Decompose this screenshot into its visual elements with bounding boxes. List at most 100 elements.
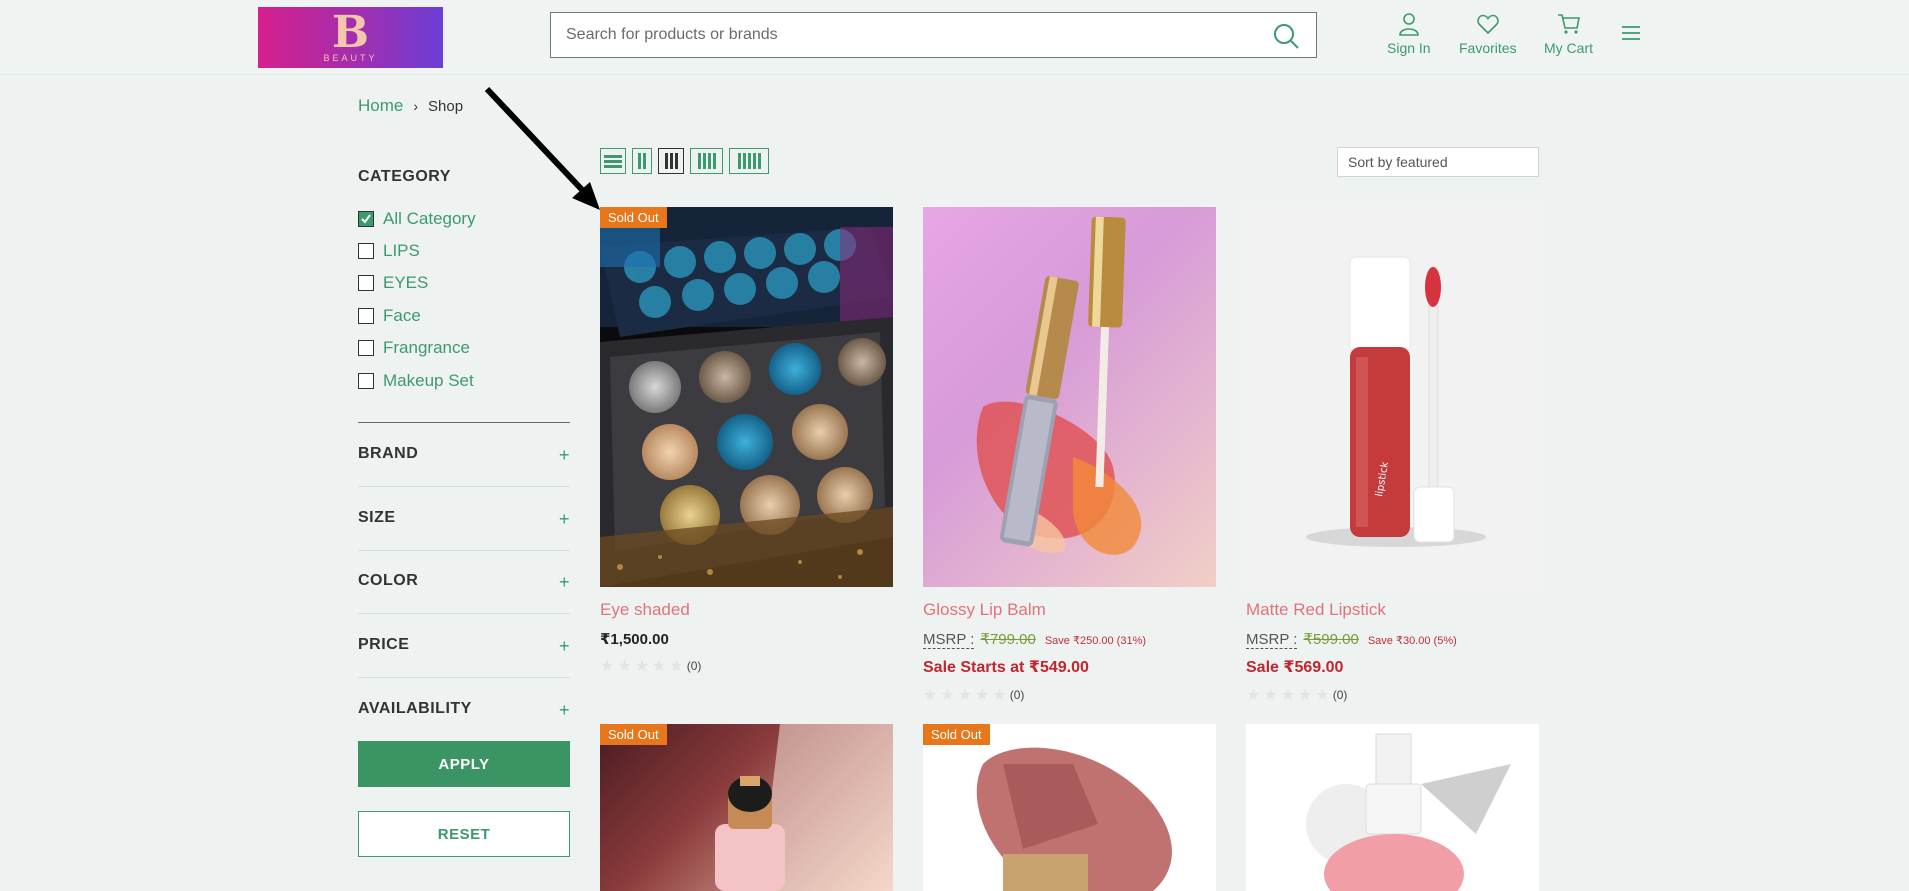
product-image[interactable] [923, 207, 1216, 587]
save-amount: Save ₹250.00 (31%) [1044, 635, 1147, 647]
divider [358, 550, 570, 551]
lipstick-swatch-image [976, 747, 1172, 891]
divider [358, 677, 570, 678]
search-icon[interactable] [1272, 22, 1300, 50]
sign-in-label: Sign In [1387, 40, 1431, 56]
plus-icon[interactable]: + [559, 445, 570, 466]
product-price: ₹1,500.00 [600, 631, 669, 648]
product-rating: ★ ★ ★ ★ ★ (0) [923, 685, 1216, 705]
star-icon: ★ [1315, 687, 1330, 704]
filter-size[interactable]: SIZE + [358, 509, 570, 530]
cart-label: My Cart [1544, 40, 1593, 56]
filter-title: COLOR [358, 572, 419, 589]
category-heading[interactable]: CATEGORY [358, 168, 451, 186]
breadcrumb-home[interactable]: Home [358, 96, 403, 116]
product-image[interactable]: lipstick [1246, 207, 1539, 587]
product-image[interactable]: Sold Out [600, 207, 893, 587]
star-icon: ★ [669, 658, 684, 675]
check-icon [361, 214, 371, 224]
star-icon: ★ [634, 658, 650, 675]
category-option[interactable]: LIPS [358, 241, 420, 261]
category-label[interactable]: EYES [383, 273, 428, 293]
breadcrumb: Home › Shop [358, 96, 463, 116]
chevron-right-icon: › [413, 98, 419, 114]
product-card[interactable]: Sold Out Eye shaded ₹1,500.00 ★ ★ ★ ★ ★ … [600, 207, 893, 676]
filter-title: PRICE [358, 636, 410, 653]
product-card[interactable]: Glossy Lip Balm MSRP : ₹799.00 Save ₹250… [923, 207, 1216, 705]
perfume-bow-image [1306, 733, 1511, 891]
category-option[interactable]: EYES [358, 273, 428, 293]
filter-title: AVAILABILITY [358, 700, 472, 717]
star-icon: ★ [975, 687, 990, 704]
star-icon: ★ [1263, 687, 1278, 704]
reset-button[interactable]: RESET [358, 811, 570, 857]
product-image[interactable]: Sold Out [600, 724, 893, 891]
filter-availability[interactable]: AVAILABILITY + [358, 700, 570, 721]
review-count: (0) [1332, 688, 1348, 702]
filter-title: BRAND [358, 445, 419, 462]
msrp-price: ₹799.00 [980, 631, 1036, 648]
cart-link[interactable]: My Cart [1544, 12, 1593, 60]
star-icon: ★ [652, 658, 667, 675]
grid-3-view-icon[interactable] [658, 148, 684, 174]
perfume-bottle-image [715, 724, 893, 891]
checkbox-checked[interactable] [358, 211, 374, 227]
product-name[interactable]: Eye shaded [600, 600, 893, 620]
product-image[interactable]: Sold Out [923, 724, 1216, 891]
product-rating: ★ ★ ★ ★ ★ (0) [600, 656, 893, 676]
plus-icon[interactable]: + [559, 509, 570, 530]
category-label[interactable]: LIPS [383, 241, 420, 261]
divider [358, 613, 570, 614]
sort-select[interactable]: Sort by featured [1337, 147, 1539, 177]
favorites-link[interactable]: Favorites [1459, 12, 1517, 60]
checkbox[interactable] [358, 243, 374, 259]
lip-gloss-image [976, 216, 1142, 555]
msrp-price: ₹599.00 [1303, 631, 1359, 648]
user-icon [1398, 13, 1419, 36]
grid-5-view-icon[interactable] [729, 148, 769, 174]
filter-brand[interactable]: BRAND + [358, 445, 570, 466]
filter-price[interactable]: PRICE + [358, 636, 570, 657]
view-toggles [600, 148, 769, 174]
list-view-icon[interactable] [600, 148, 626, 174]
plus-icon[interactable]: + [559, 572, 570, 593]
product-name[interactable]: Glossy Lip Balm [923, 600, 1216, 620]
checkbox[interactable] [358, 308, 374, 324]
brand-logo[interactable]: B BEAUTY [258, 7, 443, 68]
eyeshadow-palette-image [600, 207, 893, 587]
sale-price: Sale ₹569.00 [1246, 659, 1344, 676]
star-icon: ★ [957, 687, 973, 704]
grid-4-view-icon[interactable] [690, 148, 723, 174]
category-option[interactable]: Makeup Set [358, 371, 474, 391]
favorites-label: Favorites [1459, 40, 1517, 56]
category-option[interactable]: Face [358, 306, 421, 326]
checkbox[interactable] [358, 340, 374, 356]
apply-button[interactable]: APPLY [358, 741, 570, 787]
logo-letter: B [331, 6, 370, 58]
grid-2-view-icon[interactable] [632, 148, 652, 174]
review-count: (0) [686, 659, 702, 673]
search-input[interactable] [551, 13, 1251, 57]
category-option[interactable]: Frangrance [358, 338, 470, 358]
review-count: (0) [1009, 688, 1025, 702]
lipstick-image: lipstick [1306, 256, 1486, 547]
plus-icon[interactable]: + [559, 700, 570, 721]
filter-color[interactable]: COLOR + [358, 572, 570, 593]
product-name[interactable]: Matte Red Lipstick [1246, 600, 1539, 620]
cart-icon [1557, 14, 1580, 34]
plus-icon[interactable]: + [559, 636, 570, 657]
category-label[interactable]: Face [383, 306, 421, 326]
star-icon: ★ [1298, 687, 1313, 704]
product-card[interactable]: lipstick Matte Red Lipstick MSRP : ₹599.… [1246, 207, 1539, 705]
category-option[interactable]: All Category [358, 209, 476, 229]
hamburger-menu-icon[interactable] [1620, 22, 1642, 44]
category-label[interactable]: Frangrance [383, 338, 470, 358]
checkbox[interactable] [358, 275, 374, 291]
sold-out-badge: Sold Out [600, 207, 667, 228]
product-image[interactable] [1246, 724, 1539, 891]
sign-in-link[interactable]: Sign In [1387, 12, 1431, 60]
product-msrp: MSRP : ₹599.00 Save ₹30.00 (5%) [1246, 630, 1539, 649]
checkbox[interactable] [358, 373, 374, 389]
category-label[interactable]: All Category [383, 209, 476, 229]
category-label[interactable]: Makeup Set [383, 371, 474, 391]
